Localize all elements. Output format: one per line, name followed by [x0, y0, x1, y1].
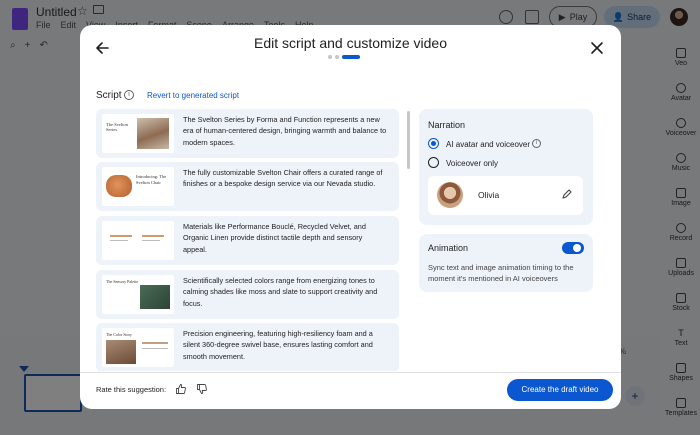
scene-text[interactable]: The fully customizable Svelton Chair off… — [183, 167, 388, 190]
create-draft-video-button[interactable]: Create the draft video — [507, 379, 613, 401]
chair-photo — [106, 175, 132, 197]
voice-avatar — [437, 182, 463, 208]
thumb-line — [142, 342, 168, 344]
radio-ai-avatar[interactable] — [428, 138, 439, 149]
scene-thumbnail: The Sensory Palette — [102, 275, 174, 314]
scene-thumbnail: The Color Story — [102, 328, 174, 367]
scene-photo — [140, 285, 170, 309]
scene-card[interactable]: The Color Story Precision engineering, f… — [96, 323, 399, 371]
radio-voiceover-only[interactable] — [428, 157, 439, 168]
scene-photo — [106, 340, 136, 364]
voice-selector[interactable]: Olivia — [428, 176, 583, 215]
step-dot — [335, 55, 339, 59]
narration-panel: Narration AI avatar and voiceover i Voic… — [419, 109, 593, 225]
revert-script-link[interactable]: Revert to generated script — [147, 91, 239, 100]
radio-voiceover-only-label[interactable]: Voiceover only — [446, 159, 498, 168]
footer-divider — [80, 372, 621, 373]
thumbs-down-icon[interactable] — [196, 383, 208, 395]
step-dot-active — [342, 55, 360, 59]
step-indicator — [328, 55, 360, 59]
scene-card[interactable]: Materials like Performance Bouclé, Recyc… — [96, 216, 399, 265]
radio-ai-avatar-label[interactable]: AI avatar and voiceover — [446, 140, 530, 149]
voice-name: Olivia — [478, 190, 500, 200]
thumb-caption: The Svelton Series — [106, 122, 128, 132]
animation-toggle[interactable] — [562, 242, 584, 254]
scene-text[interactable]: Scientifically selected colors range fro… — [183, 275, 388, 309]
scene-list: The Svelton Series The Svelton Series by… — [96, 109, 399, 371]
dialog-title: Edit script and customize video — [254, 35, 447, 51]
step-dot — [328, 55, 332, 59]
thumb-caption: The Sensory Palette — [106, 279, 138, 284]
scene-list-scrollbar[interactable] — [407, 111, 410, 169]
close-icon[interactable] — [588, 39, 606, 57]
scene-thumbnail — [102, 221, 174, 260]
thumb-line — [142, 348, 168, 349]
info-icon[interactable]: i — [124, 90, 134, 100]
scene-text[interactable]: Materials like Performance Bouclé, Recyc… — [183, 221, 388, 255]
pencil-icon[interactable] — [561, 188, 573, 200]
scene-thumbnail: The Svelton Series — [102, 114, 174, 153]
animation-title: Animation — [428, 243, 469, 253]
scene-card[interactable]: Introducing: The Svelton Chair The fully… — [96, 162, 399, 211]
edit-script-dialog: Edit script and customize video Script i… — [80, 25, 621, 409]
scene-card[interactable]: The Sensory Palette Scientifically selec… — [96, 270, 399, 319]
thumb-line — [142, 240, 160, 241]
scene-text[interactable]: Precision engineering, featuring high-re… — [183, 328, 388, 362]
thumb-line — [142, 235, 164, 237]
thumb-caption: Introducing: The Svelton Chair — [136, 174, 167, 185]
animation-description: Sync text and image animation timing to … — [428, 263, 574, 283]
thumb-line — [110, 235, 132, 237]
thumb-caption: The Color Story — [106, 332, 132, 337]
rate-suggestion-label: Rate this suggestion: — [96, 385, 167, 394]
script-heading: Script — [96, 90, 122, 101]
scene-thumbnail: Introducing: The Svelton Chair — [102, 167, 174, 206]
narration-title: Narration — [428, 120, 466, 130]
thumb-line — [110, 240, 128, 241]
scene-photo — [137, 118, 169, 149]
info-icon[interactable]: i — [532, 139, 541, 148]
animation-panel: Animation Sync text and image animation … — [419, 234, 593, 292]
thumbs-up-icon[interactable] — [175, 383, 187, 395]
scene-text[interactable]: The Svelton Series by Forma and Function… — [183, 114, 388, 148]
scene-card[interactable]: The Svelton Series The Svelton Series by… — [96, 109, 399, 158]
